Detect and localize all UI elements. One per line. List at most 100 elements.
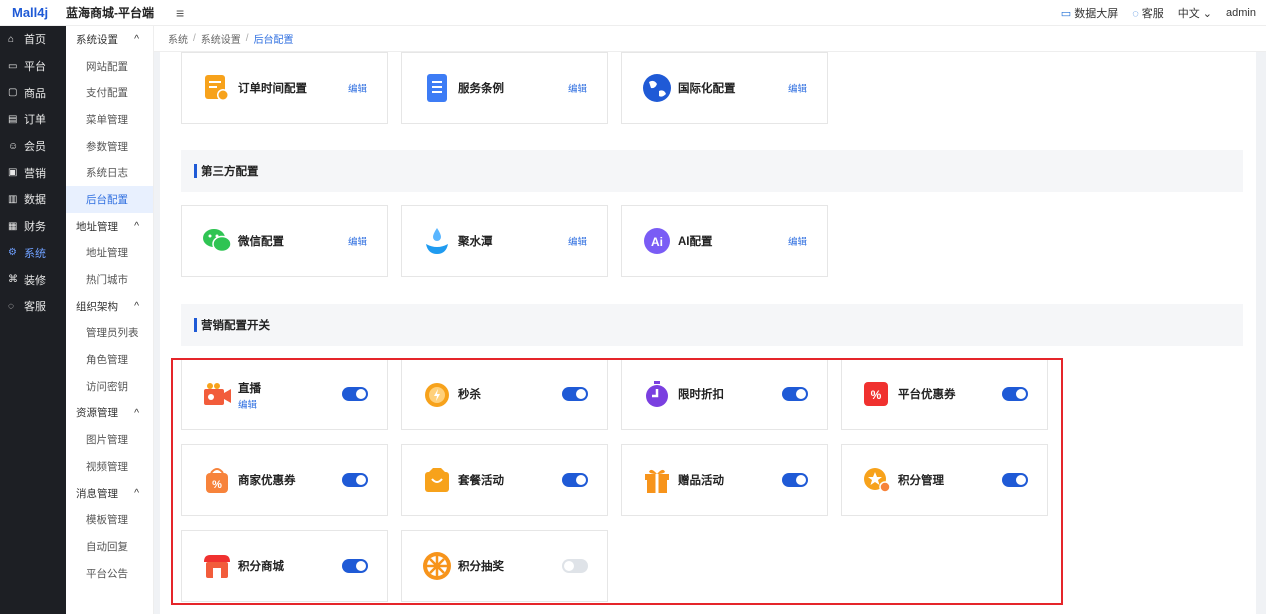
edit-link[interactable]: 编辑 [348, 81, 367, 95]
sidebar-item-label: 营销 [24, 167, 46, 180]
chevron-up-icon: ^ [134, 487, 139, 500]
config-card: 微信配置 编辑 [181, 205, 388, 277]
sidebar-icon: ▢ [8, 87, 18, 99]
breadcrumb-item[interactable]: 系统 [168, 31, 188, 46]
submenu-item[interactable]: 参数管理 [66, 133, 153, 160]
sidebar-item[interactable]: ▥ 数据 [0, 186, 66, 213]
submenu-item[interactable]: 网站配置 [66, 53, 153, 80]
chevron-up-icon: ^ [134, 300, 139, 313]
sidebar-icon: ◌ [8, 300, 14, 312]
sidebar-item[interactable]: ◌ 客服 [0, 293, 66, 320]
top-bar: Mall4j 蓝海商城-平台端 ≡ ▭ 数据大屏 ◌ 客服 中文 ⌄ admin [0, 0, 1266, 26]
submenu-item[interactable]: 平台公告 [66, 560, 153, 587]
secondary-menu: 系统设置 ^ 网站配置 支付配置 菜单管理 参数管理 系统日志 后台配置 地址管理 ^ 地址管理 热门… [66, 26, 154, 614]
submenu-item[interactable]: 热门城市 [66, 266, 153, 293]
data-screen-link[interactable]: ▭ 数据大屏 [1061, 5, 1118, 21]
sidebar-item-label: 首页 [24, 34, 46, 47]
sidebar-icon: ☺ [8, 140, 19, 152]
submenu-item[interactable]: 菜单管理 [66, 106, 153, 133]
edit-link[interactable]: 编辑 [568, 234, 587, 248]
sidebar-item[interactable]: ☺ 会员 [0, 133, 66, 160]
submenu-group[interactable]: 地址管理 ^ [66, 213, 153, 240]
submenu-group[interactable]: 资源管理 ^ [66, 400, 153, 427]
submenu-item[interactable]: 地址管理 [66, 240, 153, 267]
card-label: 订单时间配置 [238, 83, 307, 95]
sidebar-item-label: 装修 [24, 274, 46, 287]
sidebar-item[interactable]: ⌘ 装修 [0, 266, 66, 293]
ai-icon: Ai [642, 226, 672, 256]
chevron-up-icon: ^ [134, 220, 139, 233]
sidebar-item-label: 平台 [24, 61, 46, 74]
sidebar-icon: ▦ [8, 220, 18, 232]
top-right-actions: ▭ 数据大屏 ◌ 客服 中文 ⌄ admin [1061, 0, 1256, 26]
language-dropdown[interactable]: 中文 ⌄ [1178, 5, 1212, 21]
sidebar-icon: ▭ [8, 60, 18, 72]
primary-sidebar: ⌂ 首页 ▭ 平台 ▢ 商品 ▤ 订单 ☺ 会员 ▣ 营销 ▥ 数据 ▦ 财务 ⚙ 系统 ⌘ 装修 ◌ 客服 [0, 26, 66, 614]
list-doc-icon [422, 73, 452, 103]
section-marketing-switches: 营销配置开关 [181, 304, 1243, 346]
wechat-icon [202, 226, 232, 256]
edit-link[interactable]: 编辑 [348, 234, 367, 248]
menu-toggle-icon[interactable]: ≡ [176, 5, 184, 21]
submenu-group[interactable]: 系统设置 ^ [66, 26, 153, 53]
highlight-box [171, 358, 1063, 605]
sidebar-item-label: 数据 [24, 194, 46, 207]
sidebar-item-label: 系统 [24, 247, 46, 260]
submenu-item[interactable]: 角色管理 [66, 346, 153, 373]
sidebar-item-label: 订单 [24, 114, 46, 127]
edit-link[interactable]: 编辑 [788, 81, 807, 95]
submenu-item[interactable]: 图片管理 [66, 426, 153, 453]
sidebar-icon: ▥ [8, 193, 18, 205]
card-label: AI配置 [678, 236, 713, 248]
sidebar-item[interactable]: ▣ 营销 [0, 159, 66, 186]
sidebar-item[interactable]: ▭ 平台 [0, 53, 66, 80]
submenu-item[interactable]: 访问密钥 [66, 373, 153, 400]
user-menu[interactable]: admin [1226, 7, 1256, 19]
chevron-down-icon: ⌄ [1199, 8, 1213, 20]
chat-icon: ◌ [1132, 8, 1139, 20]
sidebar-item[interactable]: ⌂ 首页 [0, 26, 66, 53]
chevron-up-icon: ^ [134, 33, 139, 46]
card-label: 微信配置 [238, 236, 284, 248]
edit-link[interactable]: 编辑 [788, 234, 807, 248]
sidebar-icon: ▤ [8, 113, 18, 125]
submenu-group[interactable]: 消息管理 ^ [66, 480, 153, 507]
card-label: 服务条例 [458, 83, 504, 95]
config-card: 服务条例 编辑 [401, 52, 608, 124]
submenu-item[interactable]: 系统日志 [66, 159, 153, 186]
sidebar-item[interactable]: ⚙ 系统 [0, 239, 66, 267]
brand-logo: Mall4j [12, 5, 49, 20]
config-card: Ai AI配置 编辑 [621, 205, 828, 277]
sidebar-item-label: 商品 [24, 87, 46, 100]
customer-service-link[interactable]: ◌ 客服 [1132, 5, 1164, 21]
config-card: 国际化配置 编辑 [621, 52, 828, 124]
sidebar-icon: ⚙ [8, 247, 17, 259]
sidebar-item[interactable]: ▤ 订单 [0, 106, 66, 133]
globe-icon [642, 73, 672, 103]
water-drop-icon [422, 226, 452, 256]
sidebar-item[interactable]: ▢ 商品 [0, 79, 66, 106]
edit-link[interactable]: 编辑 [568, 81, 587, 95]
submenu-item[interactable]: 视频管理 [66, 453, 153, 480]
section-third-party: 第三方配置 [181, 150, 1243, 192]
breadcrumb-item[interactable]: 系统设置 [201, 31, 241, 46]
clock-doc-icon [202, 73, 232, 103]
submenu-item[interactable]: 后台配置 [66, 186, 153, 213]
sidebar-icon: ⌘ [8, 274, 18, 286]
breadcrumb: 系统 / 系统设置 / 后台配置 [154, 26, 1266, 52]
submenu-item[interactable]: 自动回复 [66, 533, 153, 560]
app-title: 蓝海商城-平台端 [66, 6, 154, 20]
submenu-item[interactable]: 管理员列表 [66, 320, 153, 347]
monitor-icon: ▭ [1060, 8, 1072, 20]
card-label: 国际化配置 [678, 83, 736, 95]
submenu-item[interactable]: 支付配置 [66, 79, 153, 106]
submenu-group[interactable]: 组织架构 ^ [66, 293, 153, 320]
svg-text:Ai: Ai [651, 235, 663, 249]
breadcrumb-current: 后台配置 [253, 35, 294, 46]
config-card: 订单时间配置 编辑 [181, 52, 388, 124]
sidebar-item-label: 会员 [24, 141, 46, 154]
card-label: 聚水潭 [458, 236, 493, 248]
config-card: 聚水潭 编辑 [401, 205, 608, 277]
submenu-item[interactable]: 模板管理 [66, 506, 153, 533]
sidebar-item[interactable]: ▦ 财务 [0, 213, 66, 240]
